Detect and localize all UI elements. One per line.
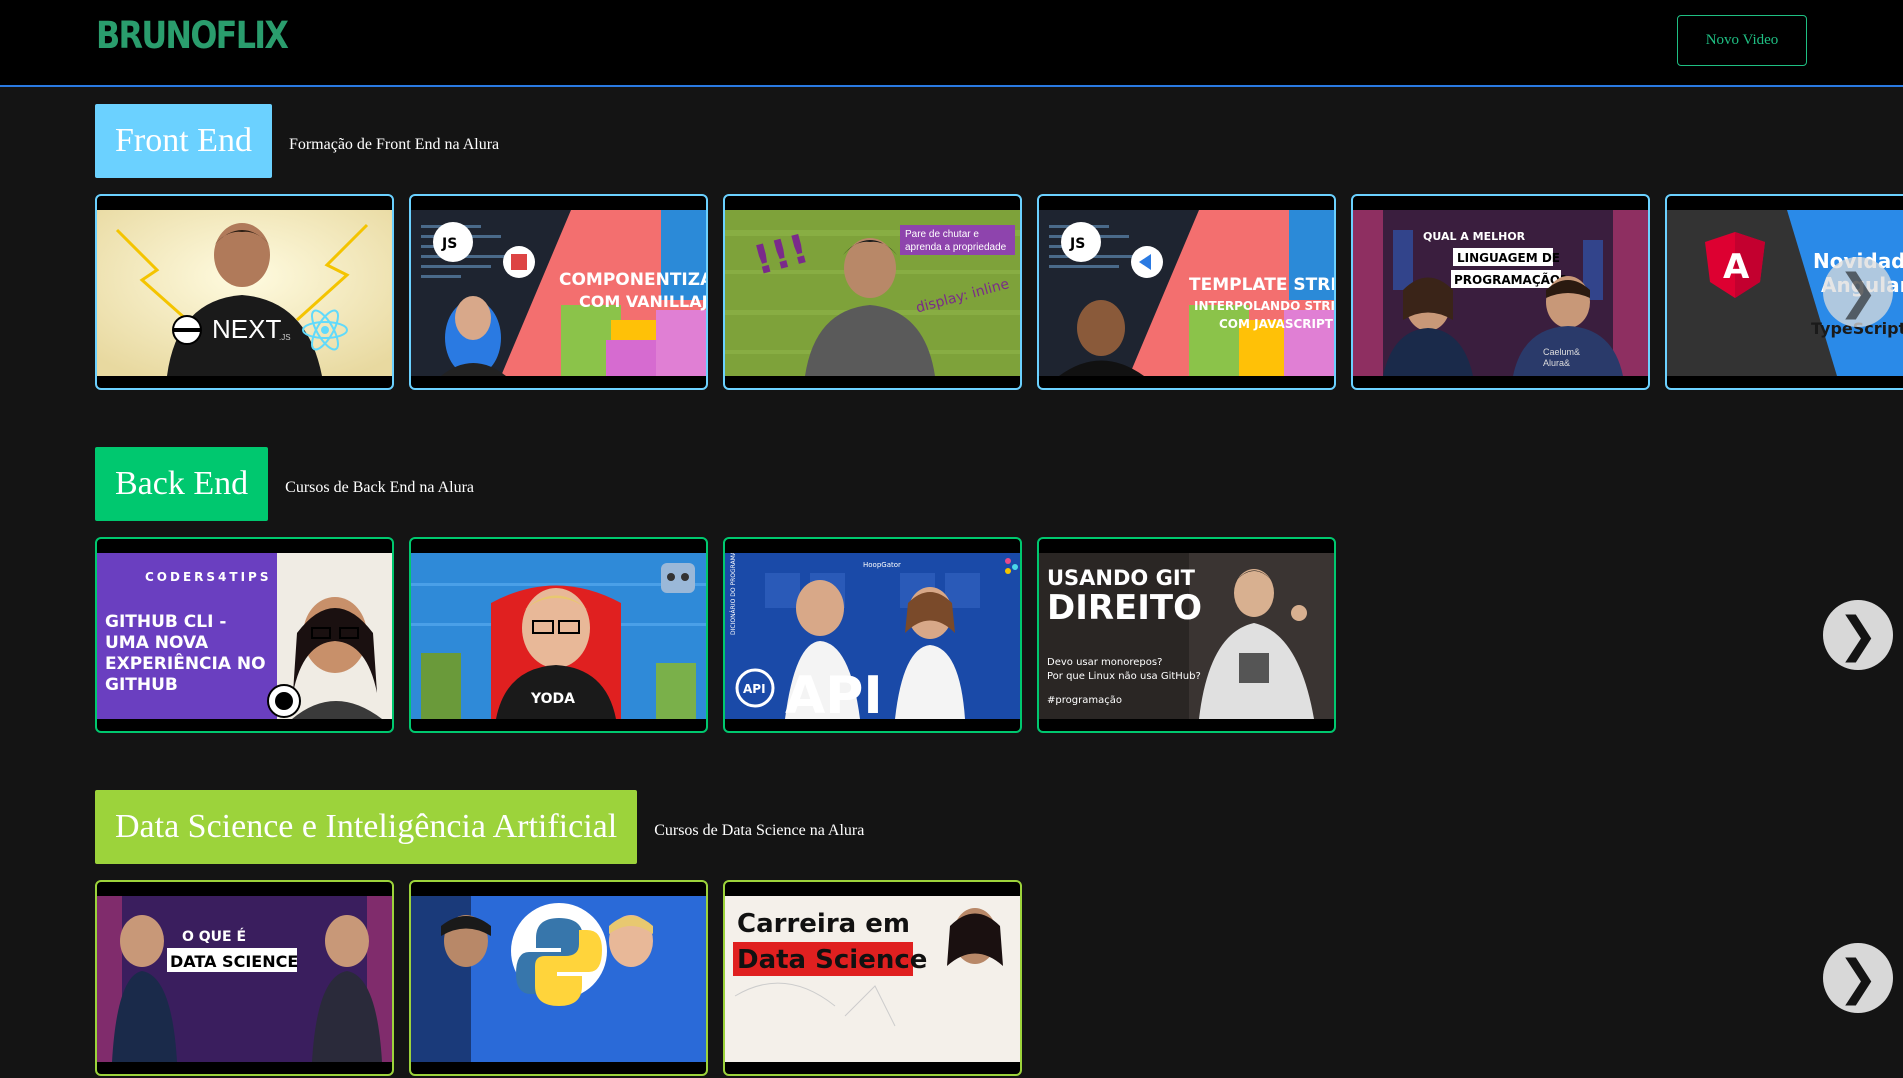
chevron-right-icon: ❯ [1837, 264, 1879, 320]
video-card[interactable]: NEXT .JS [95, 194, 394, 390]
svg-text:JS: JS [441, 236, 457, 252]
svg-text:NEXT: NEXT [212, 314, 281, 344]
carousel-next-button[interactable]: ❯ [1823, 600, 1893, 670]
video-thumbnail: JS COMPONENTIZAÇÃO COM VANILLAJS [411, 210, 706, 376]
svg-text:GITHUB CLI -: GITHUB CLI - [105, 612, 226, 632]
svg-text:COM JAVASCRIPT: COM JAVASCRIPT [1219, 317, 1334, 331]
video-card[interactable]: Carreira em Data Science [723, 880, 1022, 1076]
svg-text:COM VANILLAJS: COM VANILLAJS [579, 292, 706, 311]
video-card[interactable]: JS TEMPLATE STRING: INTERPOLANDO STRINGS… [1037, 194, 1336, 390]
svg-text:Pare de chutar e: Pare de chutar e [905, 229, 979, 240]
svg-text:COMPONENTIZAÇÃO: COMPONENTIZAÇÃO [559, 267, 706, 290]
svg-text:Carreira em: Carreira em [737, 909, 910, 939]
svg-text:USANDO GIT: USANDO GIT [1047, 566, 1196, 590]
header: BRUNOFLIX Novo Video [0, 0, 1903, 87]
svg-text:Alura&: Alura& [1543, 358, 1570, 368]
category-description: Cursos de Data Science na Alura [654, 822, 865, 839]
svg-text:YODA: YODA [530, 691, 575, 707]
svg-text:#programação: #programação [1047, 695, 1122, 706]
svg-text:UMA NOVA: UMA NOVA [105, 633, 209, 653]
svg-text:Caelum&: Caelum& [1543, 347, 1580, 357]
svg-text:DIREITO: DIREITO [1047, 588, 1202, 628]
new-video-button[interactable]: Novo Video [1677, 15, 1807, 66]
svg-text:DICIONÁRIO DO PROGRAMADOR: DICIONÁRIO DO PROGRAMADOR [730, 553, 737, 635]
video-thumbnail: USANDO GIT DIREITO Devo usar monorepos? … [1039, 553, 1334, 719]
video-thumbnail: CODERS4TIPS GITHUB CLI - UMA NOVA EXPERI… [97, 553, 392, 719]
chevron-right-icon: ❯ [1837, 607, 1879, 663]
svg-text:LINGUAGEM DE: LINGUAGEM DE [1457, 251, 1560, 265]
carousel-next-button[interactable]: ❯ [1823, 943, 1893, 1013]
svg-text:A: A [1723, 247, 1750, 287]
svg-text:aprenda a propriedade: aprenda a propriedade [905, 242, 1007, 253]
svg-text:.JS: .JS [279, 333, 291, 342]
carousel-next-button[interactable]: ❯ [1823, 257, 1893, 327]
video-carousel: NEXT .JS JS COMPONENTIZ COM VANILLAJS Pa… [95, 194, 1903, 392]
video-card[interactable]: CODERS4TIPS GITHUB CLI - UMA NOVA EXPERI… [95, 537, 394, 733]
video-carousel: O QUE É DATA SCIENCE Carreira em Data Sc… [95, 880, 1903, 1078]
category-title: Data Science e Inteligência Artificial [95, 790, 638, 864]
svg-text:INTERPOLANDO STRINGS: INTERPOLANDO STRINGS [1194, 299, 1334, 313]
category-description: Cursos de Back End na Alura [285, 479, 474, 496]
svg-text:Por que Linux não usa GitHub?: Por que Linux não usa GitHub? [1047, 671, 1201, 682]
video-thumbnail: Carreira em Data Science [725, 896, 1020, 1062]
video-card[interactable]: YODA [409, 537, 708, 733]
svg-text:API: API [743, 682, 766, 696]
video-thumbnail: JS TEMPLATE STRING: INTERPOLANDO STRINGS… [1039, 210, 1334, 376]
svg-text:O QUE É: O QUE É [182, 928, 246, 945]
category-title: Back End [95, 447, 269, 521]
svg-text:API: API [785, 666, 883, 719]
svg-text:QUAL A MELHOR: QUAL A MELHOR [1423, 230, 1526, 243]
video-card[interactable]: Pare de chutar e aprenda a propriedade !… [723, 194, 1022, 390]
svg-text:GITHUB: GITHUB [105, 675, 178, 695]
video-carousel: CODERS4TIPS GITHUB CLI - UMA NOVA EXPERI… [95, 537, 1903, 735]
video-card[interactable]: QUAL A MELHOR LINGUAGEM DE PROGRAMAÇÃO? … [1351, 194, 1650, 390]
video-card[interactable]: JS COMPONENTIZAÇÃO COM VANILLAJS [409, 194, 708, 390]
svg-text:JS: JS [1069, 236, 1085, 252]
video-thumbnail [411, 896, 706, 1062]
logo[interactable]: BRUNOFLIX [96, 14, 289, 57]
svg-text:TEMPLATE STRING:: TEMPLATE STRING: [1189, 275, 1334, 295]
video-card[interactable]: API API DICIONÁRIO DO PROGRAMADOR HoopGa… [723, 537, 1022, 733]
video-thumbnail: Pare de chutar e aprenda a propriedade !… [725, 210, 1020, 376]
video-thumbnail: YODA [411, 553, 706, 719]
category-description: Formação de Front End na Alura [288, 136, 500, 153]
video-card[interactable]: USANDO GIT DIREITO Devo usar monorepos? … [1037, 537, 1336, 733]
video-thumbnail: O QUE É DATA SCIENCE [97, 896, 392, 1062]
video-card[interactable] [409, 880, 708, 1076]
video-thumbnail: NEXT .JS [97, 210, 392, 376]
svg-text:Devo usar monorepos?: Devo usar monorepos? [1047, 657, 1162, 668]
svg-text:EXPERIÊNCIA NO: EXPERIÊNCIA NO [105, 652, 266, 674]
video-thumbnail: QUAL A MELHOR LINGUAGEM DE PROGRAMAÇÃO? … [1353, 210, 1648, 376]
svg-text:HoopGator: HoopGator [863, 561, 901, 569]
svg-text:PROGRAMAÇÃO?: PROGRAMAÇÃO? [1454, 272, 1567, 287]
category-title: Front End [95, 104, 272, 178]
video-card[interactable]: O QUE É DATA SCIENCE [95, 880, 394, 1076]
svg-text:DATA SCIENCE: DATA SCIENCE [170, 952, 298, 971]
svg-text:CODERS4TIPS: CODERS4TIPS [145, 570, 272, 584]
chevron-right-icon: ❯ [1837, 950, 1879, 1006]
video-thumbnail: API API DICIONÁRIO DO PROGRAMADOR HoopGa… [725, 553, 1020, 719]
svg-text:Data Science: Data Science [737, 945, 927, 975]
